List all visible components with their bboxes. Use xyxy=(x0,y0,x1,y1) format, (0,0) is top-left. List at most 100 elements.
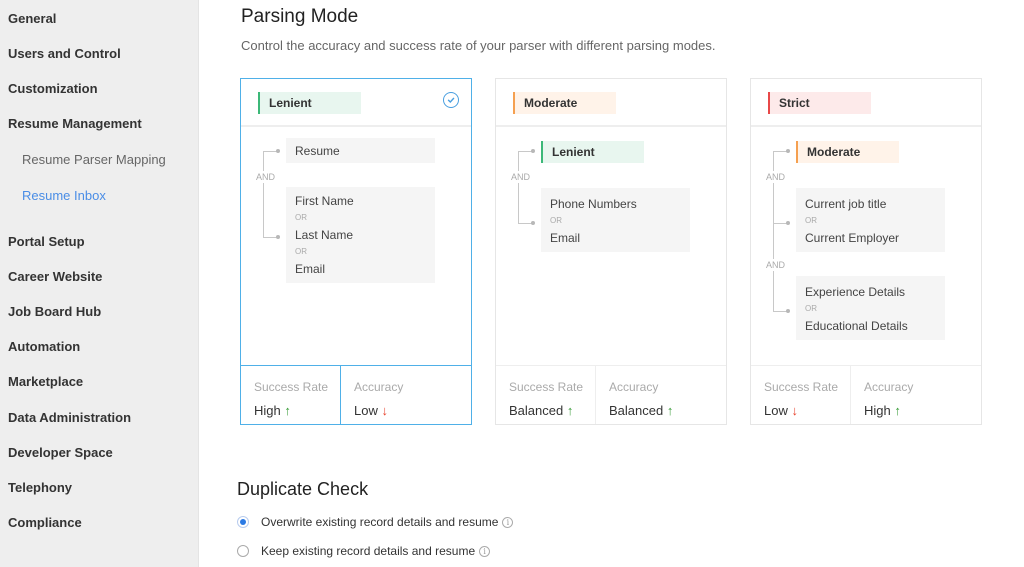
sidebar-item-job-board-hub[interactable]: Job Board Hub xyxy=(8,304,101,319)
card-header: Moderate xyxy=(496,79,726,127)
mode-card-strict[interactable]: Strict AND AND Moderate Current job titl… xyxy=(750,78,982,425)
accuracy-text: High xyxy=(864,403,891,418)
parsing-mode-title: Parsing Mode xyxy=(241,6,359,27)
tree-connector xyxy=(518,151,519,224)
field-educational-details: Educational Details xyxy=(805,319,908,333)
field-first-name: First Name xyxy=(295,194,354,208)
tree-connector xyxy=(518,151,532,152)
tree-connector xyxy=(263,237,277,238)
arrow-up-icon: ↑ xyxy=(666,403,674,418)
sidebar-item-data-administration[interactable]: Data Administration xyxy=(8,410,131,425)
success-rate-label: Success Rate xyxy=(764,380,839,394)
or-operator: OR xyxy=(295,213,307,222)
field-phone-numbers: Phone Numbers xyxy=(550,197,637,211)
success-rate-cell: Success Rate Low ↓ xyxy=(751,366,850,424)
or-operator: OR xyxy=(295,247,307,256)
parsing-mode-description: Control the accuracy and success rate of… xyxy=(241,38,716,53)
field-group: Current job title OR Current Employer xyxy=(796,188,945,252)
card-metrics: Success Rate Balanced ↑ Accuracy Balance… xyxy=(496,365,726,424)
mode-badge-moderate: Moderate xyxy=(513,92,616,114)
accuracy-value: Balanced ↑ xyxy=(609,403,673,418)
tree-connector xyxy=(773,223,787,224)
arrow-up-icon: ↑ xyxy=(566,403,574,418)
success-rate-text: High xyxy=(254,403,281,418)
tree-node-dot xyxy=(531,149,535,153)
selected-check-icon xyxy=(443,92,459,108)
included-mode-lenient: Lenient xyxy=(541,141,644,163)
tree-node-dot xyxy=(786,309,790,313)
sidebar-item-marketplace[interactable]: Marketplace xyxy=(8,374,83,389)
field-email: Email xyxy=(295,262,326,276)
sidebar-item-automation[interactable]: Automation xyxy=(8,339,80,354)
or-operator: OR xyxy=(805,304,817,313)
accuracy-label: Accuracy xyxy=(609,380,659,394)
success-rate-label: Success Rate xyxy=(254,380,329,394)
accuracy-label: Accuracy xyxy=(864,380,914,394)
sidebar-item-developer-space[interactable]: Developer Space xyxy=(8,445,113,460)
accuracy-value: High ↑ xyxy=(864,403,901,418)
field-resume: Resume xyxy=(295,144,340,158)
radio-label-keep: Keep existing record details and resume xyxy=(261,544,476,558)
sidebar-item-resume-management[interactable]: Resume Management xyxy=(8,116,142,131)
accuracy-cell: Accuracy High ↑ xyxy=(850,366,982,424)
success-rate-value: High ↑ xyxy=(254,403,291,418)
radio-option-overwrite[interactable]: Overwrite existing record details and re… xyxy=(237,513,514,531)
success-rate-value: Balanced ↑ xyxy=(509,403,573,418)
tree-connector xyxy=(773,151,787,152)
sidebar-item-customization[interactable]: Customization xyxy=(8,81,98,96)
info-icon[interactable]: i xyxy=(479,545,491,557)
tree-node-dot xyxy=(531,221,535,225)
success-rate-text: Balanced xyxy=(509,403,564,418)
radio-button-unchecked[interactable] xyxy=(237,545,249,557)
arrow-down-icon: ↓ xyxy=(791,403,798,418)
accuracy-value: Low ↓ xyxy=(354,403,388,418)
duplicate-check-title: Duplicate Check xyxy=(237,479,369,499)
radio-button-checked[interactable] xyxy=(237,516,249,528)
settings-sidebar: General Users and Control Customization … xyxy=(0,0,199,567)
sidebar-item-portal-setup[interactable]: Portal Setup xyxy=(8,234,85,249)
sidebar-item-general[interactable]: General xyxy=(8,11,56,26)
radio-label-overwrite: Overwrite existing record details and re… xyxy=(261,515,499,529)
field-email: Email xyxy=(550,231,581,245)
sidebar-item-resume-parser-mapping[interactable]: Resume Parser Mapping xyxy=(22,152,166,167)
field-current-employer: Current Employer xyxy=(805,231,900,245)
sidebar-item-career-website[interactable]: Career Website xyxy=(8,269,102,284)
tree-node-dot xyxy=(276,149,280,153)
success-rate-label: Success Rate xyxy=(509,380,584,394)
sidebar-item-compliance[interactable]: Compliance xyxy=(8,515,82,530)
included-mode-moderate: Moderate xyxy=(796,141,899,163)
tree-connector xyxy=(263,151,264,238)
arrow-down-icon: ↓ xyxy=(381,403,388,418)
mode-card-lenient[interactable]: Lenient AND Resume First Name OR Last Na… xyxy=(240,78,472,425)
field-current-job-title: Current job title xyxy=(805,197,887,211)
tree-node-dot xyxy=(786,221,790,225)
accuracy-text: Balanced xyxy=(609,403,664,418)
mode-card-moderate[interactable]: Moderate AND Lenient Phone Numbers OR Em… xyxy=(495,78,727,425)
sidebar-item-telephony[interactable]: Telephony xyxy=(8,480,72,495)
tree-connector xyxy=(518,223,532,224)
and-operator: AND xyxy=(256,171,276,183)
tree-node-dot xyxy=(786,149,790,153)
success-rate-text: Low xyxy=(764,403,788,418)
info-icon[interactable]: i xyxy=(502,516,514,528)
field-last-name: Last Name xyxy=(295,228,354,242)
and-operator: AND xyxy=(511,171,531,183)
sidebar-item-resume-inbox[interactable]: Resume Inbox xyxy=(22,188,106,203)
or-operator: OR xyxy=(805,216,817,225)
field-experience-details: Experience Details xyxy=(805,285,906,299)
or-operator: OR xyxy=(550,216,562,225)
accuracy-label: Accuracy xyxy=(354,380,404,394)
sidebar-item-users-and-control[interactable]: Users and Control xyxy=(8,46,121,61)
success-rate-cell: Success Rate Balanced ↑ xyxy=(496,366,595,424)
arrow-up-icon: ↑ xyxy=(284,403,291,418)
card-header: Lenient xyxy=(241,79,471,127)
field-group: First Name OR Last Name OR Email xyxy=(286,187,435,283)
card-metrics: Success Rate Low ↓ Accuracy High ↑ xyxy=(751,365,981,424)
and-operator: AND xyxy=(766,259,786,271)
field-group: Experience Details OR Educational Detail… xyxy=(796,276,945,340)
accuracy-text: Low xyxy=(354,403,378,418)
card-header: Strict xyxy=(751,79,981,127)
radio-option-keep[interactable]: Keep existing record details and resume … xyxy=(237,542,491,560)
tree-node-dot xyxy=(276,235,280,239)
mode-badge-lenient: Lenient xyxy=(258,92,361,114)
